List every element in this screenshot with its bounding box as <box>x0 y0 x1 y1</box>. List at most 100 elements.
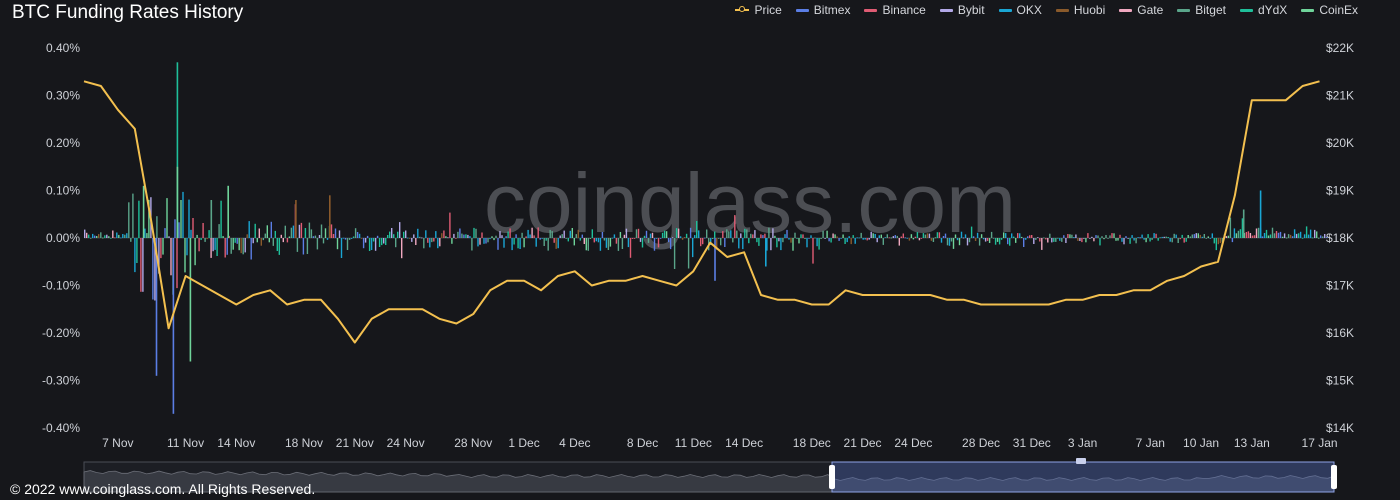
funding-rate-bar <box>104 235 106 238</box>
funding-rate-bar <box>308 222 311 238</box>
zoom-handle-left[interactable] <box>829 465 835 489</box>
funding-rate-bar <box>1285 237 1288 239</box>
funding-rate-bar <box>928 233 931 238</box>
zoom-drag-grip-icon[interactable] <box>1076 458 1086 464</box>
funding-rate-bar <box>1227 235 1230 238</box>
funding-rate-bar <box>429 238 431 248</box>
funding-rate-bar <box>862 238 864 240</box>
funding-rate-bar <box>752 234 754 238</box>
funding-rate-bar <box>168 236 170 238</box>
funding-rate-bar <box>647 238 650 243</box>
funding-rate-bar <box>523 238 525 248</box>
funding-rate-bar <box>1045 238 1047 240</box>
funding-rate-bar <box>1189 236 1191 238</box>
funding-rate-bar <box>1320 235 1322 238</box>
funding-rate-spike-bar <box>1259 190 1262 238</box>
funding-rate-spike-bar <box>172 238 175 414</box>
funding-rate-bar <box>1141 234 1143 238</box>
funding-rate-bar <box>625 228 628 238</box>
funding-rate-bar <box>1287 234 1290 238</box>
x-tick-label: 11 Dec <box>675 436 712 450</box>
funding-rate-bar <box>553 238 555 243</box>
funding-rate-bar <box>385 238 387 245</box>
funding-rate-bar <box>1253 235 1256 238</box>
funding-rate-bar <box>1215 238 1217 251</box>
funding-rate-bar <box>902 233 904 238</box>
funding-rate-bar <box>692 238 694 258</box>
funding-rate-bar <box>700 238 702 247</box>
funding-rate-bar <box>1029 235 1031 238</box>
funding-rate-bar <box>846 238 848 243</box>
funding-rate-bar <box>603 238 606 241</box>
funding-rate-bar <box>1275 231 1278 238</box>
funding-rate-bar <box>960 231 963 238</box>
funding-rate-bar <box>563 230 565 238</box>
funding-rate-bar <box>96 236 98 238</box>
funding-rate-bar <box>437 238 439 249</box>
funding-rate-bar <box>886 234 888 238</box>
funding-rate-bar <box>1307 234 1310 238</box>
funding-rate-bar <box>260 238 262 246</box>
funding-rate-bar <box>982 238 985 240</box>
funding-rate-bar <box>272 238 274 246</box>
funding-rate-bar <box>874 234 876 238</box>
funding-rate-bar <box>192 218 194 238</box>
funding-rate-bar <box>513 238 515 245</box>
funding-rate-bar <box>704 237 706 239</box>
funding-rate-bar <box>1111 233 1113 238</box>
zoom-handle-right[interactable] <box>1331 465 1337 489</box>
funding-rate-bar <box>292 225 295 238</box>
funding-rate-bar <box>1095 235 1097 238</box>
funding-rate-bar <box>754 230 756 238</box>
funding-rate-bar <box>366 235 369 238</box>
funding-rate-bar <box>1129 238 1131 244</box>
funding-rate-bar <box>609 238 612 247</box>
funding-rate-bar <box>465 234 467 238</box>
funding-rate-spike-bar <box>1242 209 1245 238</box>
funding-rate-bar <box>834 234 836 238</box>
funding-rate-bar <box>1101 236 1103 238</box>
funding-rate-bar <box>838 238 840 241</box>
funding-rate-bar <box>354 228 357 238</box>
funding-rate-bar <box>1231 238 1234 243</box>
funding-rate-bar <box>581 234 583 238</box>
funding-rate-bar <box>732 238 734 243</box>
funding-rate-bar <box>1247 231 1250 238</box>
funding-rate-bar <box>128 202 130 238</box>
funding-rate-bar <box>1043 237 1045 239</box>
funding-rate-spike-bar <box>329 195 331 238</box>
funding-rate-bar <box>88 234 90 238</box>
funding-rate-bar <box>230 238 232 254</box>
funding-rate-bar <box>1147 234 1149 238</box>
funding-rate-bar <box>1293 229 1296 238</box>
funding-rate-bar <box>270 221 272 238</box>
funding-rate-bar <box>535 238 537 247</box>
funding-rate-bar <box>1135 238 1137 244</box>
zoom-slider-selection[interactable] <box>831 461 1335 493</box>
funding-rate-bar <box>124 234 126 238</box>
funding-rate-bar <box>509 228 511 238</box>
funding-rate-bar <box>383 238 385 244</box>
funding-rate-bar <box>1079 238 1081 241</box>
funding-rate-bar <box>1163 236 1165 238</box>
funding-rate-bar <box>467 234 469 238</box>
x-tick-label: 13 Jan <box>1234 436 1270 450</box>
funding-rate-bar <box>459 228 461 238</box>
x-tick-label: 7 Jan <box>1136 436 1165 450</box>
funding-rate-bar <box>1069 234 1071 238</box>
funding-rate-bar <box>453 233 455 238</box>
funding-rate-bar <box>1005 233 1007 238</box>
funding-rate-bar <box>90 237 92 239</box>
funding-rate-bar <box>984 238 987 242</box>
funding-rate-bar <box>1099 238 1101 246</box>
funding-rate-bar <box>409 238 411 239</box>
funding-rate-bar <box>702 238 704 245</box>
funding-rate-bar <box>200 238 202 240</box>
funding-rate-bar <box>760 234 762 238</box>
funding-rate-bar <box>258 228 260 238</box>
funding-rate-bar <box>338 230 341 238</box>
funding-rate-bar <box>948 238 951 246</box>
funding-rate-bar <box>1125 236 1127 238</box>
funding-rate-bar <box>792 238 794 251</box>
funding-rate-bar <box>475 228 477 238</box>
